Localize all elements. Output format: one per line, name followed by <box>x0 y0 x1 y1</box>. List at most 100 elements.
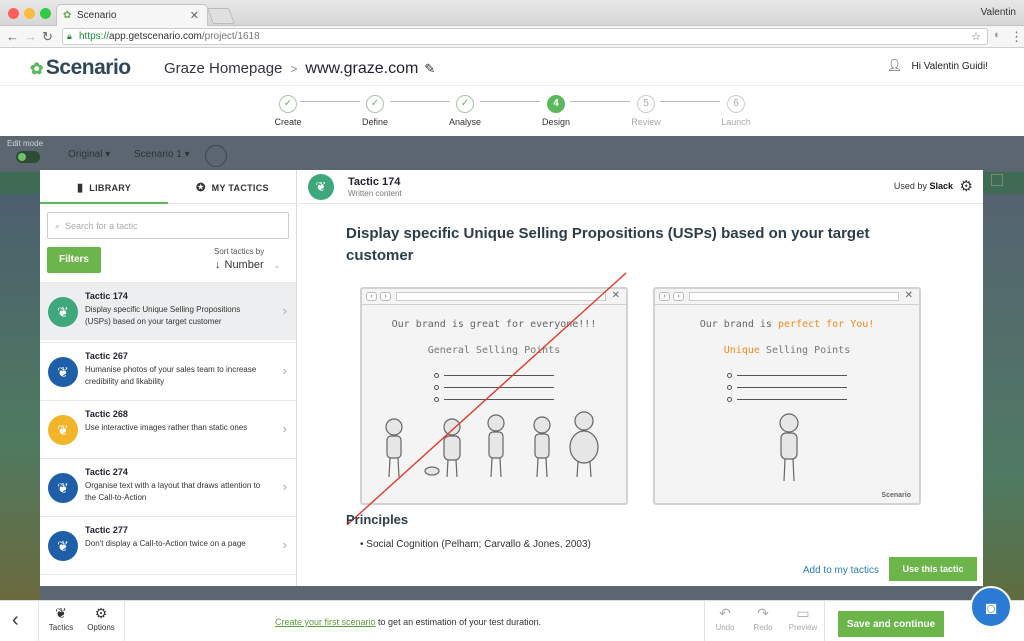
tab-library[interactable]: ▮ LIBRARY <box>40 170 168 204</box>
user-greeting[interactable]: Hi Valentin Guidi! <box>911 61 988 72</box>
browser-tab[interactable]: ✿ Scenario ✕ <box>56 4 208 27</box>
tactic-list-item[interactable]: ❦ Tactic 277 Don't display a Call-to-Act… <box>40 516 296 574</box>
reload-icon[interactable]: ↻ <box>42 29 53 45</box>
project-name[interactable]: Graze Homepage <box>164 60 282 77</box>
close-window-button[interactable] <box>8 8 19 19</box>
step-create[interactable]: ✓ Create <box>258 93 318 127</box>
tactic-description: Humanise photos of your sales team to in… <box>85 365 257 386</box>
tactic-list-item[interactable]: ❦ Tactic 174 Display specific Unique Sel… <box>40 282 296 340</box>
illustration-right-line1-text: Our brand is <box>699 319 778 330</box>
tactics-button[interactable]: ❦ Tactics <box>40 603 82 639</box>
address-bar-row: ← → ↻ 🔒︎ https://app.getscenario.com/pro… <box>0 26 1024 48</box>
step-design[interactable]: 4 Design <box>526 93 586 127</box>
app-header: ✿ Scenario Graze Homepage > www.graze.com ✎ … <box>0 48 1024 86</box>
tab-my-tactics-label: MY TACTICS <box>211 183 269 193</box>
illustration-right-highlight: perfect for You! <box>777 319 875 330</box>
tactic-search-input[interactable]: ⌕ Search for a tactic <box>47 212 289 239</box>
step-launch[interactable]: 6 Launch <box>706 93 766 127</box>
tab-my-tactics[interactable]: ✪ MY TACTICS <box>168 170 296 204</box>
chevron-down-icon: ⌄ <box>273 261 281 270</box>
logo-text: Scenario <box>45 56 131 79</box>
book-icon: ▮ <box>76 182 84 194</box>
favicon-icon: ✿ <box>63 10 72 21</box>
lock-icon: 🔒︎ <box>67 31 72 41</box>
tactic-description: Don't display a Call-to-Action twice on … <box>85 539 246 548</box>
close-tab-icon[interactable]: ✕ <box>190 9 199 22</box>
chat-bubble-icon: ◙ <box>985 598 997 618</box>
new-tab-button[interactable] <box>207 8 235 24</box>
tactic-detail-footer: Add to my tactics Use this tactic <box>298 556 983 586</box>
edit-pencil-icon[interactable]: ✎ <box>424 61 435 76</box>
brain-icon: ❦ <box>48 473 78 503</box>
browser-profile[interactable]: Valentin <box>981 7 1016 18</box>
tactic-title: Tactic 268 <box>85 409 128 419</box>
duration-message-text: to get an estimation of your test durati… <box>375 617 542 627</box>
progress-steps: ✓ Create ✓ Define ✓ Analyse 4 Design 5 Review… <box>0 86 1024 136</box>
sort-select[interactable]: ↓ Number ⌄ <box>215 259 280 271</box>
menu-icon[interactable]: ⋮ <box>1010 29 1023 45</box>
url-field[interactable]: 🔒︎ https://app.getscenario.com/project/1… <box>62 28 988 45</box>
step-label: Design <box>541 117 570 127</box>
step-review[interactable]: 5 Review <box>616 93 676 127</box>
bottom-toolbar: ‹ ❦ Tactics ⚙ Options Create your first sc… <box>0 600 1024 641</box>
variant-scenario-menu[interactable]: Scenario 1 ▾ <box>134 149 190 160</box>
add-variant-button[interactable] <box>205 145 227 167</box>
tactic-detail-title: Tactic 174 <box>348 176 401 188</box>
minimize-window-button[interactable] <box>24 8 35 19</box>
forward-arrow-icon[interactable]: → <box>24 29 37 44</box>
chat-support-button[interactable]: ◙ <box>970 586 1012 628</box>
step-analyse[interactable]: ✓ Analyse <box>435 93 495 127</box>
maximize-window-button[interactable] <box>40 8 51 19</box>
tactic-list-item[interactable]: ❦ Tactic 274 Organise text with a layout… <box>40 458 296 516</box>
page-preview-left <box>0 194 40 600</box>
create-scenario-link[interactable]: Create your first scenario <box>275 617 376 627</box>
redo-label: Redo <box>753 623 773 632</box>
page-preview-right <box>983 174 1024 600</box>
step-number: 5 <box>637 95 655 113</box>
tactic-title: Tactic 267 <box>85 351 128 361</box>
used-by-label: Used by <box>893 181 927 191</box>
tactic-title: Tactic 174 <box>85 291 128 301</box>
step-define[interactable]: ✓ Define <box>345 93 405 127</box>
filters-button[interactable]: Filters <box>47 247 101 273</box>
tactic-detail-panel: ❦ Tactic 174 Written content Used by Sla… <box>298 170 983 586</box>
undo-button[interactable]: ↶ Undo <box>704 603 746 639</box>
step-number: 4 <box>547 95 565 113</box>
tactic-list-item[interactable]: ❦ Tactic 268 Use interactive images rath… <box>40 400 296 458</box>
breadcrumb: Graze Homepage > www.graze.com ✎ <box>164 60 435 78</box>
step-check-icon: ✓ <box>279 95 297 113</box>
extension-icon[interactable]: ◐ <box>994 29 1001 41</box>
illustration-right-line2-text: Selling Points <box>759 345 851 356</box>
tactic-description: Organise text with a layout that draws a… <box>85 481 261 502</box>
edit-mode-toggle[interactable] <box>16 151 40 163</box>
save-and-continue-button[interactable]: Save and continue <box>838 611 944 637</box>
principles-heading: Principles <box>346 512 409 527</box>
sort-value: Number <box>224 259 264 271</box>
preview-button[interactable]: ▭ Preview <box>782 603 824 639</box>
step-label: Review <box>631 117 661 127</box>
browser-titlebar: ✿ Scenario ✕ Valentin <box>0 0 1024 27</box>
variant-original-menu[interactable]: Original ▾ <box>68 149 110 160</box>
tactic-list-item[interactable]: ❦ Tactic 267 Humanise photos of your sal… <box>40 342 296 400</box>
add-to-my-tactics-link[interactable]: Add to my tactics <box>803 565 879 576</box>
brain-icon: ❦ <box>48 357 78 387</box>
back-chevron-icon[interactable]: ‹ <box>12 609 19 632</box>
scenario-logo[interactable]: ✿ Scenario <box>30 56 131 80</box>
chevron-right-icon: › <box>282 421 287 436</box>
gear-icon[interactable]: ⚙ <box>960 177 973 195</box>
tactic-description: Use interactive images rather than stati… <box>85 423 248 432</box>
bookmark-star-icon[interactable]: ☆ <box>971 30 981 43</box>
strike-through-line <box>346 272 627 526</box>
options-label: Options <box>87 623 115 632</box>
tactic-list-item[interactable] <box>40 574 296 586</box>
step-check-icon: ✓ <box>456 95 474 113</box>
use-this-tactic-button[interactable]: Use this tactic <box>889 557 977 581</box>
used-by-company: Slack <box>929 181 953 191</box>
search-placeholder: Search for a tactic <box>65 221 138 231</box>
options-button[interactable]: ⚙ Options <box>80 603 122 639</box>
redo-button[interactable]: ↷ Redo <box>742 603 784 639</box>
tactic-headline: Display specific Unique Selling Proposit… <box>346 225 870 264</box>
tactic-detail-body[interactable]: Display specific Unique Selling Proposit… <box>298 205 983 555</box>
chevron-right-icon: › <box>282 537 287 552</box>
back-arrow-icon[interactable]: ← <box>6 29 19 44</box>
